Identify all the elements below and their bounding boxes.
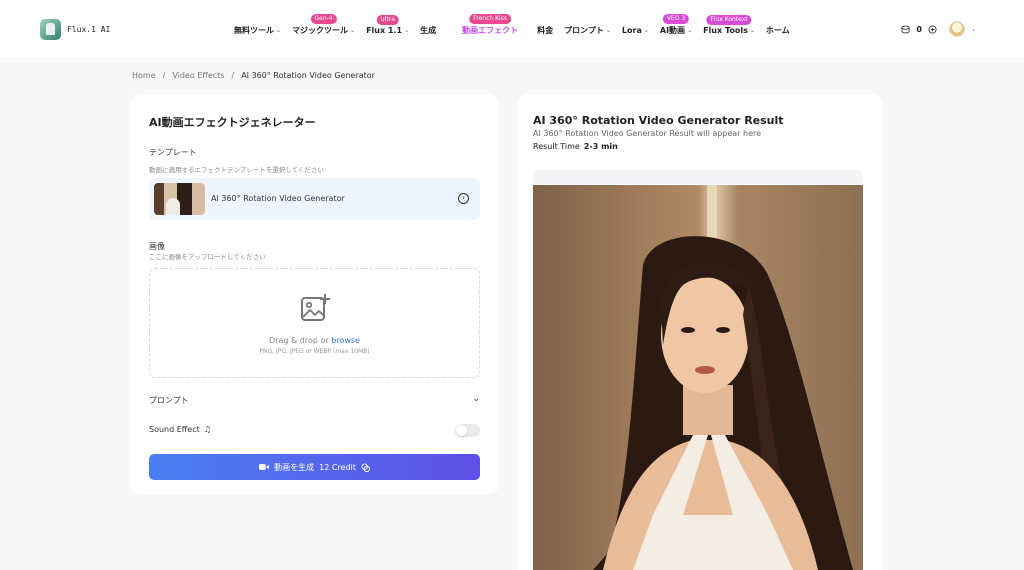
breadcrumb-separator: / [162, 71, 166, 80]
nav-home[interactable]: ホーム [766, 25, 790, 36]
nav-badge: Ultra [376, 14, 399, 25]
nav-prompts[interactable]: プロンプト ⌄ [564, 25, 611, 36]
prompt-label: プロンプト [149, 396, 189, 405]
template-thumbnail [154, 183, 205, 215]
nav-label: 生成 [420, 25, 437, 35]
generate-video-button[interactable]: 動画を生成 12 Credit [149, 454, 480, 480]
browse-link[interactable]: browse [331, 336, 360, 345]
nav-free-tools[interactable]: 無料ツール ⌄ [234, 25, 281, 36]
header-account: 0 ⌄ [901, 21, 976, 37]
coins-icon [361, 462, 370, 472]
main-nav: 無料ツール ⌄ Gen-4 マジックツール ⌄ Ultra Flux 1.1 ⌄ 生成… [234, 13, 801, 36]
nav-badge: French Kiss [469, 13, 511, 24]
music-note-icon: ♫ [203, 425, 211, 434]
nav-video-effects[interactable]: French Kiss 動画エフェクト [462, 13, 519, 36]
result-time-label: Result Time [533, 142, 580, 151]
template-selector[interactable]: AI 360° Rotation Video Generator › [149, 178, 480, 220]
logo-text: Flux.1 AI [67, 25, 111, 34]
user-avatar[interactable] [948, 21, 965, 37]
nav-label: Flux 1.1 [366, 25, 403, 35]
breadcrumb: Home / Video Effects / AI 360° Rotation … [132, 71, 375, 80]
chevron-down-icon: ⌄ [350, 26, 356, 34]
chevron-down-icon: ⌄ [687, 26, 693, 34]
breadcrumb-separator: / [231, 71, 235, 80]
template-label: テンプレート [149, 148, 197, 157]
video-camera-icon [259, 464, 270, 470]
logo-icon [40, 19, 61, 40]
image-upload-dropzone[interactable]: Drag & drop or browse PNG, JPG, JPEG or … [149, 268, 480, 378]
nav-magic-tools[interactable]: Gen-4 マジックツール ⌄ [292, 13, 356, 36]
add-image-icon [301, 294, 330, 321]
nav-label: ホーム [765, 25, 790, 35]
result-subtitle: AI 360° Rotation Video Generator Result … [533, 129, 762, 138]
chevron-down-icon: ⌄ [404, 26, 410, 34]
nav-badge: VEO 3 [662, 13, 690, 24]
upload-instructions: Drag & drop or browse [150, 336, 479, 345]
nav-flux-11[interactable]: Ultra Flux 1.1 ⌄ [366, 14, 410, 35]
nav-badge: Flux Kontext [706, 14, 752, 25]
nav-ai-video[interactable]: VEO 3 AI動画 ⌄ [659, 13, 693, 36]
nav-label: Lora [621, 25, 642, 35]
nav-label: Flux Tools [703, 25, 748, 35]
result-preview-image [533, 185, 863, 570]
template-help: 動画に適用するエフェクトテンプレートを選択してください [149, 166, 324, 174]
site-logo[interactable]: Flux.1 AI [40, 19, 110, 40]
coin-stack-icon [901, 25, 910, 33]
generate-credit: 12 Credit [319, 462, 356, 472]
nav-pricing[interactable]: 料金 [537, 25, 553, 36]
nav-label: マジックツール [292, 25, 349, 35]
nav-label: 料金 [537, 25, 554, 35]
credit-count: 0 [916, 24, 922, 34]
result-header-strip [533, 170, 863, 184]
portrait-illustration [533, 185, 863, 570]
nav-label: プロンプト [564, 25, 604, 35]
top-header: Flux.1 AI 無料ツール ⌄ Gen-4 マジックツール ⌄ Ultra Fl… [0, 0, 1024, 58]
result-panel: AI 360° Rotation Video Generator Result … [518, 94, 882, 570]
breadcrumb-home[interactable]: Home [132, 71, 156, 80]
nav-label: 無料ツール [234, 25, 274, 35]
chevron-down-icon[interactable]: ⌄ [971, 26, 976, 33]
result-title: AI 360° Rotation Video Generator Result [533, 114, 784, 127]
nav-label: 動画エフェクト [462, 25, 519, 35]
prompt-section-toggle[interactable]: プロンプト [149, 395, 189, 406]
image-help: ここに画像をアップロードしてください [149, 253, 266, 261]
nav-label: AI動画 [659, 25, 686, 35]
chevron-down-icon[interactable]: ⌄ [472, 394, 480, 404]
arrow-right-circle-icon[interactable]: › [458, 193, 469, 204]
chevron-down-icon: ⌄ [643, 26, 649, 34]
breadcrumb-section[interactable]: Video Effects [172, 71, 224, 80]
generator-form: AI動画エフェクトジェネレーター テンプレート 動画に適用するエフェクトテンプレ… [130, 94, 499, 494]
nav-generate[interactable]: 生成 [420, 25, 436, 36]
sound-effect-label: Sound Effect [149, 425, 200, 434]
result-time-value: 2-3 min [583, 142, 618, 151]
nav-flux-tools[interactable]: Flux Kontext Flux Tools ⌄ [703, 14, 755, 35]
nav-lora[interactable]: Lora ⌄ [622, 26, 649, 35]
template-name: AI 360° Rotation Video Generator [211, 194, 345, 203]
chevron-down-icon: ⌄ [749, 26, 755, 34]
chevron-down-icon: ⌄ [276, 26, 282, 34]
breadcrumb-current: AI 360° Rotation Video Generator [241, 71, 375, 80]
result-time: Result Time 2-3 min [533, 142, 618, 151]
upload-text: Drag & drop or [269, 336, 329, 345]
chevron-down-icon: ⌄ [605, 26, 611, 34]
sound-effect-row: Sound Effect ♫ [149, 425, 211, 434]
generate-label: 動画を生成 [274, 462, 315, 472]
form-title: AI動画エフェクトジェネレーター [149, 116, 316, 129]
plus-circle-icon[interactable] [928, 24, 937, 34]
nav-badge: Gen-4 [310, 13, 337, 24]
upload-formats: PNG, JPG, JPEG or WEBP (max 10MB) [259, 348, 370, 355]
sound-effect-toggle[interactable] [455, 424, 480, 437]
